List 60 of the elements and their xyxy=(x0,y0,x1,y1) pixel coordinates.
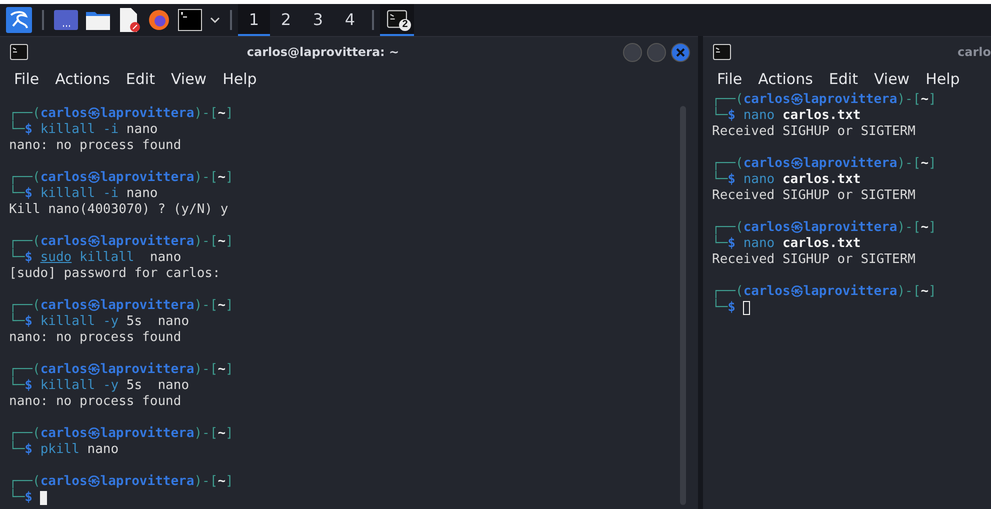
prompt-line: ┌──(carlos㉿laprovittera)-[~] xyxy=(712,284,936,299)
close-icon xyxy=(676,48,685,56)
menu-item[interactable]: Edit xyxy=(820,70,866,88)
prompt-line: ┌──(carlos㉿laprovittera)-[~] xyxy=(712,220,936,235)
window-count-badge: 2 xyxy=(399,19,411,31)
command-line: └─$ nano carlos.txt xyxy=(712,236,861,252)
command-line: └─$ killall -y 5s nano xyxy=(9,314,190,330)
command-line: └─$ xyxy=(9,490,32,506)
workspace-button[interactable]: 3 xyxy=(302,4,334,36)
prompt-line: ┌──(carlos㉿laprovittera)-[~] xyxy=(712,92,936,107)
menu-item[interactable]: View xyxy=(866,70,918,88)
dragon-logo-icon xyxy=(6,7,32,33)
terminal-icon xyxy=(178,9,202,31)
workspace-button[interactable]: 4 xyxy=(334,4,366,36)
menu-item[interactable]: Actions xyxy=(750,70,821,88)
terminal-icon xyxy=(387,10,407,28)
menu-item[interactable]: Edit xyxy=(118,70,163,88)
prompt-line: ┌──(carlos㉿laprovittera)-[~] xyxy=(9,106,234,121)
prompt-line: ┌──(carlos㉿laprovittera)-[~] xyxy=(9,170,234,185)
output-line: nano: no process found xyxy=(9,330,182,346)
prompt-line: ┌──(carlos㉿laprovittera)-[~] xyxy=(712,156,936,171)
prompt-line: ┌──(carlos㉿laprovittera)-[~] xyxy=(9,426,234,441)
command-line: └─$ xyxy=(712,300,736,316)
terminal-icon xyxy=(713,44,731,60)
command-line: └─$ pkill nano xyxy=(9,442,119,458)
command-line: └─$ killall -i nano xyxy=(9,186,158,202)
output-line: [sudo] password for carlos: xyxy=(9,266,220,282)
menu-item[interactable]: Help xyxy=(918,70,968,88)
terminal-task-button[interactable]: 2 xyxy=(380,4,414,36)
close-button[interactable] xyxy=(671,42,690,62)
menu-item[interactable]: Help xyxy=(214,70,265,88)
window-icon xyxy=(54,10,78,30)
output-line: nano: no process found xyxy=(9,394,182,410)
command-line: └─$ nano carlos.txt xyxy=(712,108,861,124)
command-line: └─$ nano carlos.txt xyxy=(712,172,861,188)
output-line: nano: no process found xyxy=(9,138,182,154)
document-icon xyxy=(118,8,140,32)
prompt-line: ┌──(carlos㉿laprovittera)-[~] xyxy=(9,474,234,489)
terminal-icon xyxy=(10,44,28,60)
command-line: └─$ killall -i nano xyxy=(9,122,158,138)
globe-fox-icon xyxy=(148,9,170,31)
menu-item[interactable]: File xyxy=(709,70,750,88)
menu-item[interactable]: File xyxy=(6,70,48,88)
menu-item[interactable]: Actions xyxy=(47,70,118,88)
window-title: carlos@laprovittera: ~ xyxy=(246,45,400,59)
window-title: carlo xyxy=(956,45,991,59)
workspace-button[interactable]: 1 xyxy=(238,4,270,36)
caret-icon xyxy=(210,17,220,23)
output-line: Received SIGHUP or SIGTERM xyxy=(712,252,916,268)
command-line: └─$ killall -y 5s nano xyxy=(9,378,190,394)
output-line: Received SIGHUP or SIGTERM xyxy=(712,188,916,204)
menu-item[interactable]: View xyxy=(162,70,215,88)
command-line: └─$ sudo killall nano xyxy=(9,250,182,266)
workspace-button[interactable]: 2 xyxy=(270,4,302,36)
output-line: Kill nano(4003070) ? (y/N) y xyxy=(9,202,228,218)
prompt-line: ┌──(carlos㉿laprovittera)-[~] xyxy=(9,234,234,249)
prompt-line: ┌──(carlos㉿laprovittera)-[~] xyxy=(9,362,234,377)
prompt-line: ┌──(carlos㉿laprovittera)-[~] xyxy=(9,298,234,313)
folder-icon xyxy=(86,10,110,30)
output-line: Received SIGHUP or SIGTERM xyxy=(712,124,916,140)
